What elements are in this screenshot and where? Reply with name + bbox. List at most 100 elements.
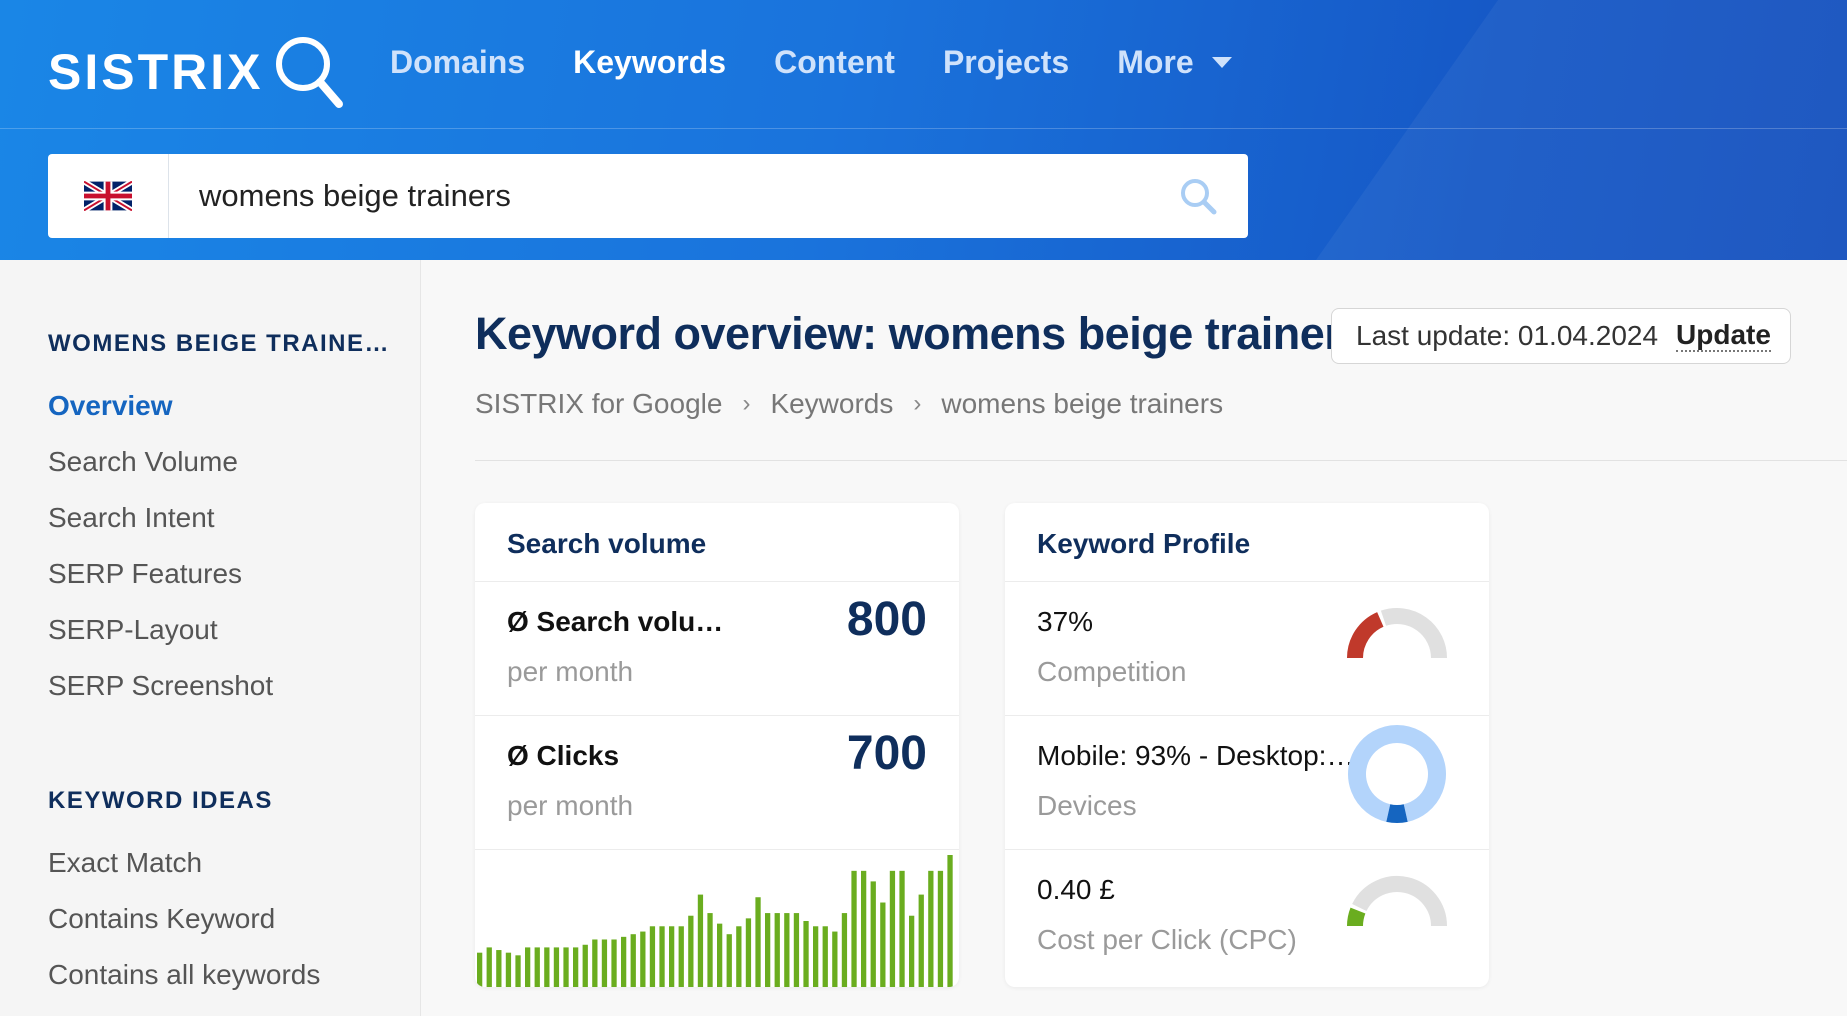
last-update-box: Last update: 01.04.2024 Update (1331, 308, 1791, 364)
sidebar-item-serp-layout[interactable]: SERP-Layout (48, 602, 390, 658)
country-selector[interactable] (48, 154, 169, 238)
clicks-row[interactable]: Ø Clicks per month 700 (475, 716, 959, 850)
breadcrumb-item[interactable]: Keywords (770, 388, 893, 420)
nav-more[interactable]: More (1117, 44, 1232, 81)
avg-clicks-value: 700 (846, 727, 927, 780)
nav-content[interactable]: Content (774, 44, 895, 81)
breadcrumb-item-current: womens beige trainers (941, 388, 1224, 419)
sidebar-item-search-volume[interactable]: Search Volume (48, 434, 390, 490)
caret-down-icon (1211, 57, 1232, 68)
nav-content-label: Content (774, 44, 895, 80)
trend-bar (534, 947, 540, 987)
trend-bar (640, 931, 646, 987)
sidebar-heading-keyword-ideas: KEYWORD IDEAS (48, 787, 273, 814)
search-volume-card-title: Search volume (475, 503, 959, 582)
trend-bar (851, 870, 857, 987)
trend-bar (669, 926, 675, 987)
trend-bar (880, 902, 886, 987)
cpc-value: 0.40 £ (1037, 874, 1115, 905)
trend-bar (803, 921, 809, 987)
cpc-row[interactable]: 0.40 £ Cost per Click (CPC) (1005, 850, 1489, 984)
sidebar-item-serp-screenshot[interactable]: SERP Screenshot (48, 658, 390, 714)
sidebar-item-contains-all-keywords[interactable]: Contains all keywords (48, 947, 320, 1003)
gauge-track (1380, 608, 1447, 659)
uk-flag-icon (84, 181, 132, 211)
update-button[interactable]: Update (1676, 320, 1771, 352)
nav-more-label: More (1117, 44, 1194, 80)
sidebar-item-contains-keyword[interactable]: Contains Keyword (48, 891, 320, 947)
sistrix-logo[interactable]: SISTRIX (48, 32, 345, 112)
sidebar: WOMENS BEIGE TRAINE… Overview Search Vol… (0, 260, 421, 1016)
sidebar-item-exact-match[interactable]: Exact Match (48, 835, 320, 891)
search-volume-card: Search volume Ø Search volu… per month 8… (475, 503, 959, 987)
avg-search-volume-value: 800 (846, 593, 927, 646)
breadcrumb-item[interactable]: SISTRIX for Google (475, 388, 722, 420)
trend-bar (477, 952, 483, 987)
trend-bar (544, 947, 550, 987)
trend-bar (678, 926, 684, 987)
trend-bar (707, 913, 713, 987)
gauge-value (1347, 907, 1366, 927)
search-volume-trend-chart[interactable] (475, 847, 959, 987)
trend-bar (563, 947, 569, 987)
sidebar-item-search-intent[interactable]: Search Intent (48, 490, 390, 546)
trend-bar (928, 870, 934, 987)
trend-bar (582, 944, 588, 987)
trend-bar (486, 947, 492, 987)
trend-bar (726, 934, 732, 987)
competition-gauge-icon (1347, 608, 1447, 659)
trend-bar (621, 936, 627, 987)
trend-bar (611, 939, 617, 987)
nav-domains-label: Domains (390, 44, 526, 80)
nav-projects[interactable]: Projects (943, 44, 1069, 81)
trend-bar (659, 926, 665, 987)
search-input[interactable] (169, 154, 1148, 238)
trend-bar (793, 913, 800, 987)
trend-bar (553, 947, 560, 987)
competition-label: Competition (1037, 656, 1187, 687)
trend-bar (697, 894, 704, 987)
sidebar-item-overview[interactable]: Overview (48, 378, 390, 434)
devices-row[interactable]: Mobile: 93% - Desktop:… Devices (1005, 716, 1489, 850)
trend-bar (870, 881, 876, 987)
trend-bar (688, 915, 694, 987)
nav-keywords[interactable]: Keywords (573, 44, 726, 81)
trend-bar (496, 950, 502, 987)
avg-search-volume-label: Ø Search volu… (507, 606, 724, 637)
trend-bar (505, 952, 512, 987)
sidebar-section-keyword-ideas: KEYWORD IDEAS Exact Match Contains Keywo… (48, 787, 320, 1003)
avg-clicks-label: Ø Clicks (507, 740, 620, 771)
search-volume-row[interactable]: Ø Search volu… per month 800 (475, 582, 959, 716)
trend-bar (601, 939, 608, 987)
competition-row[interactable]: 37% Competition (1005, 582, 1489, 716)
gauge-track (1352, 876, 1447, 927)
chevron-right-icon: › (742, 390, 751, 417)
trend-bar (861, 870, 867, 987)
trend-bar (755, 897, 761, 987)
trend-bar (736, 926, 742, 987)
competition-value: 37% (1037, 606, 1094, 637)
logo-text: SISTRIX (48, 44, 264, 100)
trend-bar (899, 870, 905, 987)
devices-label: Devices (1037, 790, 1137, 821)
breadcrumb: SISTRIX for Google › Keywords › womens b… (475, 388, 1223, 420)
nav-projects-label: Projects (942, 44, 1070, 80)
magnifier-logo-icon (276, 37, 344, 108)
trend-bar (525, 947, 531, 987)
cpc-label: Cost per Click (CPC) (1037, 924, 1297, 955)
trend-bar (515, 955, 521, 987)
trend-bar (649, 926, 656, 987)
trend-bar (765, 913, 771, 987)
avg-clicks-sub: per month (507, 790, 634, 821)
main-nav: Domains Keywords Content Projects More (390, 44, 1280, 81)
page-title: Keyword overview: womens beige trainers (475, 308, 1366, 359)
gauge-value (1347, 612, 1384, 659)
search-button[interactable] (1148, 154, 1248, 238)
nav-domains[interactable]: Domains (390, 44, 525, 81)
trend-bar (947, 855, 953, 987)
avg-search-volume-sub: per month (507, 656, 634, 687)
trend-bar (813, 926, 819, 987)
top-header: SISTRIX Domains Keywords Content Project… (0, 0, 1847, 260)
trend-bar (822, 926, 828, 987)
sidebar-item-serp-features[interactable]: SERP Features (48, 546, 390, 602)
